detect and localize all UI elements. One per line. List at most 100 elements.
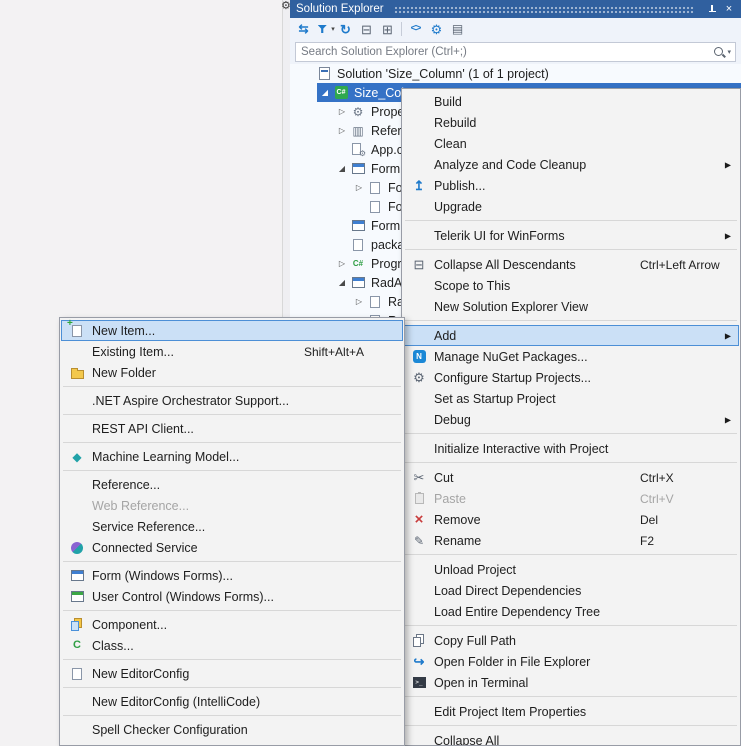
menu-item-service-reference[interactable]: Service Reference... (61, 516, 403, 537)
expanded-expander-icon[interactable]: ◢ (334, 164, 350, 173)
menu-item-rebuild[interactable]: Rebuild (403, 112, 739, 133)
menu-item-label: REST API Client... (92, 421, 194, 436)
view-code-button[interactable]: <> (405, 19, 426, 39)
menu-item-cut[interactable]: ✂ Cut Ctrl+X (403, 467, 739, 488)
menu-item-label: Add (434, 328, 457, 343)
panel-title: Solution Explorer (296, 3, 384, 15)
menu-item-edit-project-item-properties[interactable]: Edit Project Item Properties (403, 701, 739, 722)
file-icon (367, 294, 383, 310)
menu-item-label: Class... (92, 638, 134, 653)
menu-item-scope-to-this[interactable]: Scope to This (403, 275, 739, 296)
search-icon[interactable] (714, 46, 724, 56)
publish-icon: ↥ (413, 178, 425, 193)
menu-item-form-windows-forms[interactable]: Form (Windows Forms)... (61, 565, 403, 586)
pin-glyph (708, 4, 717, 14)
collapsed-expander-icon[interactable]: ▷ (351, 297, 367, 306)
menu-item-initialize-interactive-with-project[interactable]: Initialize Interactive with Project (403, 438, 739, 459)
menu-item-open-in-terminal[interactable]: >_ Open in Terminal (403, 672, 739, 693)
project-context-menu: Build Rebuild Clean Analyze and Code Cleanu… (401, 88, 741, 746)
menu-item-machine-learning-model[interactable]: ◆ Machine Learning Model... (61, 446, 403, 467)
view-code-icon: <> (410, 23, 422, 34)
menu-item-clean[interactable]: Clean (403, 133, 739, 154)
menu-icon-gutter (406, 491, 432, 507)
properties-node-icon: ⚙ (352, 104, 364, 119)
menu-item-reference[interactable]: Reference... (61, 474, 403, 495)
menu-item-unload-project[interactable]: Unload Project (403, 559, 739, 580)
menu-item-rest-api-client[interactable]: REST API Client... (61, 418, 403, 439)
menu-item-label: Initialize Interactive with Project (434, 441, 609, 456)
menu-item-debug[interactable]: Debug ▶ (403, 409, 739, 430)
menu-item-label: .NET Aspire Orchestrator Support... (92, 393, 290, 408)
menu-item-connected-service[interactable]: Connected Service (61, 537, 403, 558)
menu-item-class[interactable]: C Class... (61, 635, 403, 656)
filter-button[interactable]: ▾ (314, 19, 335, 39)
show-all-files-button[interactable]: ⊞ (377, 19, 398, 39)
menu-item-new-folder[interactable]: New Folder (61, 362, 403, 383)
close-icon[interactable]: × (722, 3, 736, 15)
csharp-project-icon: C# (333, 85, 349, 101)
menu-item-collapse-all[interactable]: Collapse All (403, 730, 739, 746)
pin-icon[interactable] (705, 4, 719, 14)
menu-item-copy-full-path[interactable]: Copy Full Path (403, 630, 739, 651)
menu-item-add[interactable]: Add ▶ (403, 325, 739, 346)
menu-item-upgrade[interactable]: Upgrade (403, 196, 739, 217)
menu-item-publish[interactable]: ↥ Publish... (403, 175, 739, 196)
menu-item-collapse-all-descendants[interactable]: ⊟ Collapse All Descendants Ctrl+Left Arrow (403, 254, 739, 275)
menu-item-manage-nuget-packages[interactable]: N Manage NuGet Packages... (403, 346, 739, 367)
preview-selected-button[interactable]: ▤ (447, 19, 468, 39)
menu-item-label: Configure Startup Projects... (434, 370, 592, 385)
dropdown-arrow-icon[interactable]: ▾ (727, 48, 731, 56)
menu-item-load-direct-dependencies[interactable]: Load Direct Dependencies (403, 580, 739, 601)
menu-item-existing-item[interactable]: Existing Item... Shift+Alt+A (61, 341, 403, 362)
menu-item-telerik-ui-for-winforms[interactable]: Telerik UI for WinForms ▶ (403, 225, 739, 246)
menu-item-configure-startup-projects[interactable]: ⚙ Configure Startup Projects... (403, 367, 739, 388)
properties-wrench-button[interactable]: ⚙ (426, 19, 447, 39)
expanded-expander-icon[interactable]: ◢ (317, 88, 333, 97)
menu-item-web-reference[interactable]: Web Reference... (61, 495, 403, 516)
menu-item-open-folder-in-file-explorer[interactable]: ↪ Open Folder in File Explorer (403, 651, 739, 672)
menu-separator (63, 659, 401, 660)
menu-item-label: User Control (Windows Forms)... (92, 589, 274, 604)
menu-item-new-item[interactable]: New Item... (61, 319, 403, 341)
menu-item-label: Analyze and Code Cleanup (434, 157, 587, 172)
menu-item-analyze-and-code-cleanup[interactable]: Analyze and Code Cleanup ▶ (403, 154, 739, 175)
collapsed-expander-icon[interactable]: ▷ (334, 126, 350, 135)
menu-item-set-as-startup-project[interactable]: Set as Startup Project (403, 388, 739, 409)
menu-icon-gutter: ⚙ (406, 370, 432, 386)
collapsed-expander-icon[interactable]: ▷ (334, 259, 350, 268)
menu-separator (63, 715, 401, 716)
menu-item-new-editorconfig[interactable]: New EditorConfig (61, 663, 403, 684)
menu-item-remove[interactable]: × Remove Del (403, 509, 739, 530)
toolbar-separator (401, 22, 402, 36)
file-icon (367, 199, 383, 215)
expanded-expander-icon[interactable]: ◢ (334, 278, 350, 287)
menu-item-label: Service Reference... (92, 519, 206, 534)
menu-item-build[interactable]: Build (403, 91, 739, 112)
menu-item-component[interactable]: Component... (61, 614, 403, 635)
menu-item-new-solution-explorer-view[interactable]: New Solution Explorer View (403, 296, 739, 317)
menu-item-user-control-windows-forms[interactable]: User Control (Windows Forms)... (61, 586, 403, 607)
winform-icon (69, 568, 85, 584)
menu-item-spell-checker-configuration[interactable]: Spell Checker Configuration (61, 719, 403, 740)
menu-item-label: Set as Startup Project (434, 391, 556, 406)
menu-item-paste[interactable]: Paste Ctrl+V (403, 488, 739, 509)
tree-item-solution-size-column-1-of-1-project[interactable]: Solution 'Size_Column' (1 of 1 project) (290, 64, 741, 83)
menu-separator (405, 220, 737, 221)
collapsed-expander-icon[interactable]: ▷ (334, 107, 350, 116)
menu-item-net-aspire-orchestrator-support[interactable]: .NET Aspire Orchestrator Support... (61, 390, 403, 411)
collapse-all-button[interactable]: ⊟ (356, 19, 377, 39)
menu-item-label: Form (Windows Forms)... (92, 568, 233, 583)
refresh-button[interactable]: ↻ (335, 19, 356, 39)
menu-item-rename[interactable]: ✎ Rename F2 (403, 530, 739, 551)
menu-separator (405, 554, 737, 555)
menu-item-label: Load Entire Dependency Tree (434, 604, 601, 619)
sync-active-document-button[interactable]: ⇆ (293, 19, 314, 39)
menu-item-new-editorconfig-intellicode[interactable]: New EditorConfig (IntelliCode) (61, 691, 403, 712)
collapsed-expander-icon[interactable]: ▷ (351, 183, 367, 192)
search-input[interactable] (296, 46, 713, 58)
menu-item-load-entire-dependency-tree[interactable]: Load Entire Dependency Tree (403, 601, 739, 622)
titlebar-drag-texture[interactable] (393, 6, 694, 14)
show-all-files-icon: ⊞ (382, 21, 393, 37)
